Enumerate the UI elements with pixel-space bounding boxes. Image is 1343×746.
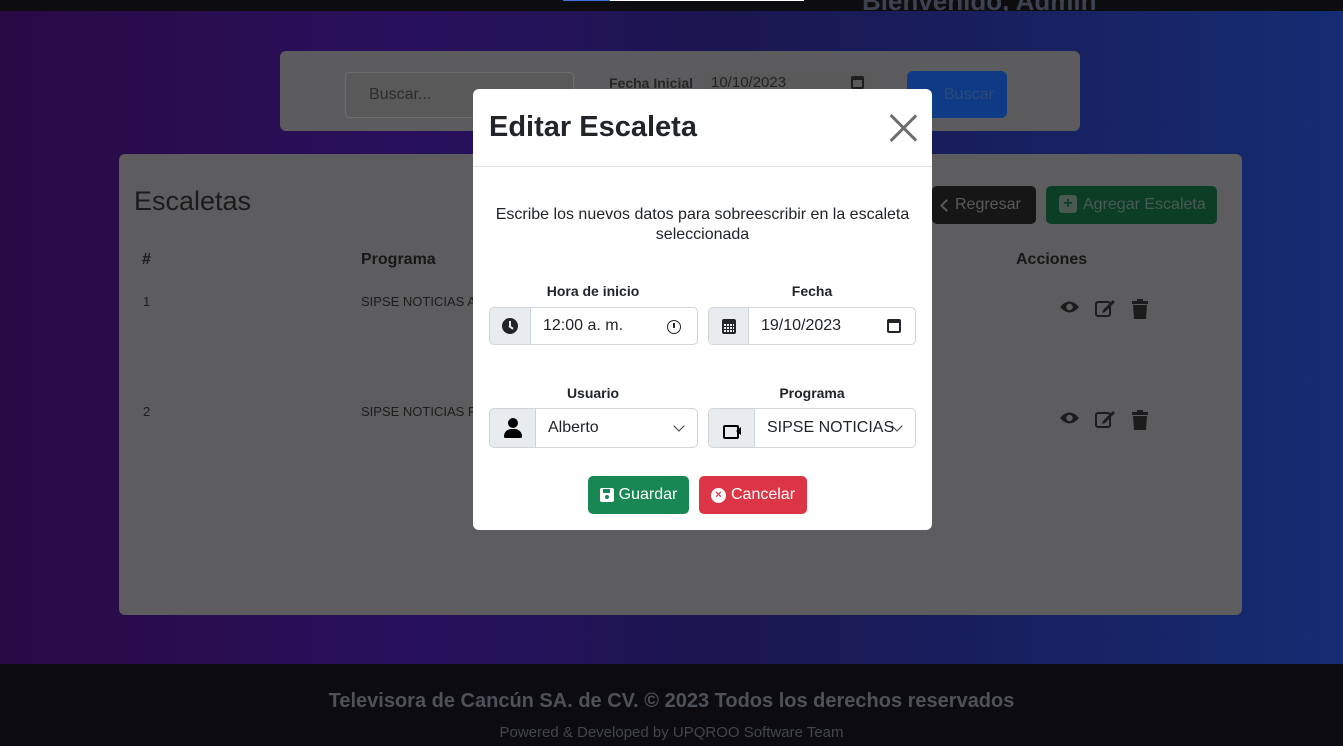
chevron-down-icon <box>673 420 685 432</box>
usuario-value: Alberto <box>548 419 599 436</box>
hora-input-group: 12:00 a. m. <box>489 307 698 345</box>
date-picker-icon[interactable] <box>887 319 901 333</box>
programa-value: SIPSE NOTICIAS <box>767 419 895 436</box>
modal-title: Editar Escaleta <box>489 111 697 143</box>
hora-value: 12:00 a. m. <box>543 317 624 334</box>
fecha-input-group: 19/10/2023 <box>708 307 916 345</box>
edit-escaleta-modal: Editar Escaleta Escribe los nuevos datos… <box>473 89 932 530</box>
x-circle-icon: × <box>710 487 726 503</box>
clock-icon <box>490 308 531 344</box>
fecha-input[interactable]: 19/10/2023 <box>749 308 915 344</box>
video-camera-icon <box>709 409 755 447</box>
calendar-icon <box>709 308 749 344</box>
hora-label: Hora de inicio <box>546 283 640 299</box>
fecha-value: 19/10/2023 <box>761 317 842 334</box>
floppy-disk-icon <box>599 488 614 502</box>
save-button[interactable]: Guardar <box>588 476 689 514</box>
user-icon <box>490 409 536 447</box>
time-picker-icon[interactable] <box>667 320 681 334</box>
programa-select[interactable]: SIPSE NOTICIAS <box>755 409 915 447</box>
programa-input-group: SIPSE NOTICIAS <box>708 408 916 448</box>
usuario-select[interactable]: Alberto <box>536 409 697 447</box>
cancel-button-label: Cancelar <box>730 486 796 503</box>
usuario-label: Usuario <box>566 385 620 401</box>
modal-header: Editar Escaleta <box>473 89 932 167</box>
usuario-input-group: Alberto <box>489 408 698 448</box>
hora-input[interactable]: 12:00 a. m. <box>531 308 697 344</box>
modal-description: Escribe los nuevos datos para sobreescri… <box>495 206 910 243</box>
cancel-button[interactable]: × Cancelar <box>699 476 807 514</box>
programa-label: Programa <box>779 385 845 401</box>
close-icon[interactable] <box>888 113 918 143</box>
save-button-label: Guardar <box>618 486 678 503</box>
fecha-label: Fecha <box>791 283 833 299</box>
